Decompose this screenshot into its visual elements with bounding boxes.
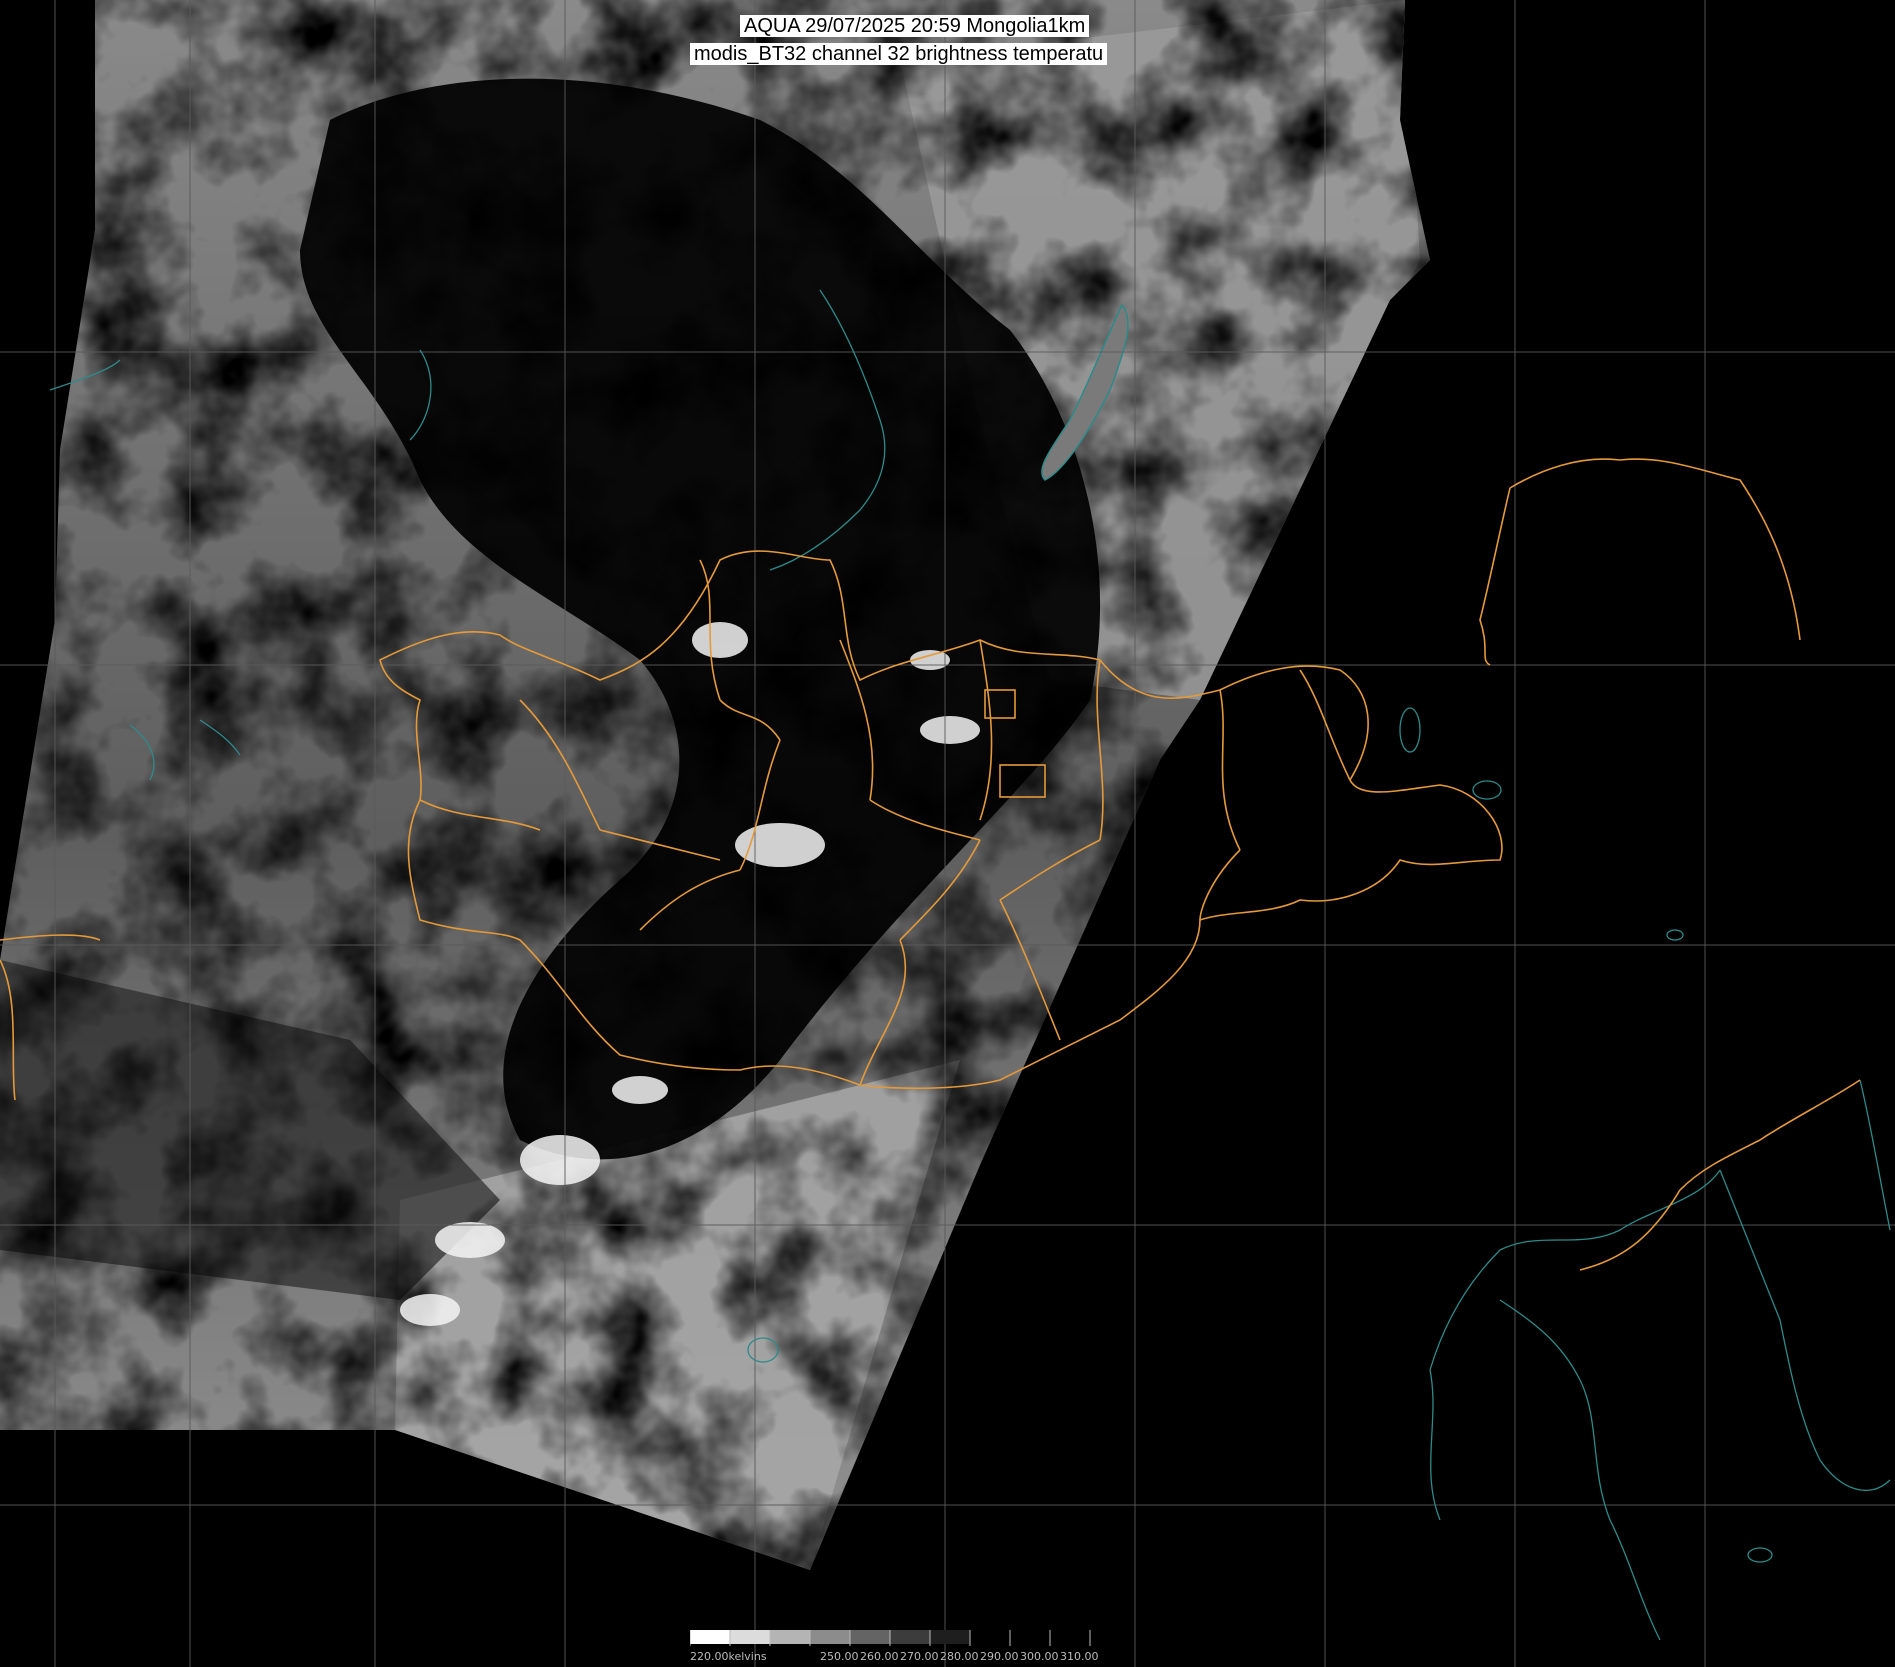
colorbar-swatch	[890, 1630, 930, 1644]
title-line-2: modis_BT32 channel 32 brightness tempera…	[690, 43, 1108, 65]
colorbar-tick-label: 300.00	[1020, 1650, 1059, 1663]
satellite-map	[0, 0, 1895, 1667]
colorbar-swatch	[930, 1630, 970, 1644]
colorbar: 220.00kelvins 250.00 260.00 270.00 280.00 290…	[689, 1626, 1210, 1666]
colorbar-swatch	[730, 1630, 770, 1644]
colorbar-tick-label: 260.00	[860, 1650, 899, 1663]
colorbar-tick-label: 270.00	[900, 1650, 939, 1663]
colorbar-tick-label: 290.00	[980, 1650, 1019, 1663]
colorbar-swatch	[970, 1630, 1010, 1644]
colorbar-tick-label: 220.00kelvins	[690, 1650, 767, 1663]
title-line-1: AQUA 29/07/2025 20:59 Mongolia1km	[740, 15, 1090, 37]
colorbar-swatch	[850, 1630, 890, 1644]
colorbar-swatch	[690, 1630, 730, 1644]
colorbar-swatch	[810, 1630, 850, 1644]
colorbar-gradient	[689, 1630, 1091, 1646]
colorbar-tick-label: 250.00	[820, 1650, 859, 1663]
colorbar-tick-label: 310.00	[1060, 1650, 1099, 1663]
colorbar-swatch	[770, 1630, 810, 1644]
colorbar-tick-label: 280.00	[940, 1650, 979, 1663]
